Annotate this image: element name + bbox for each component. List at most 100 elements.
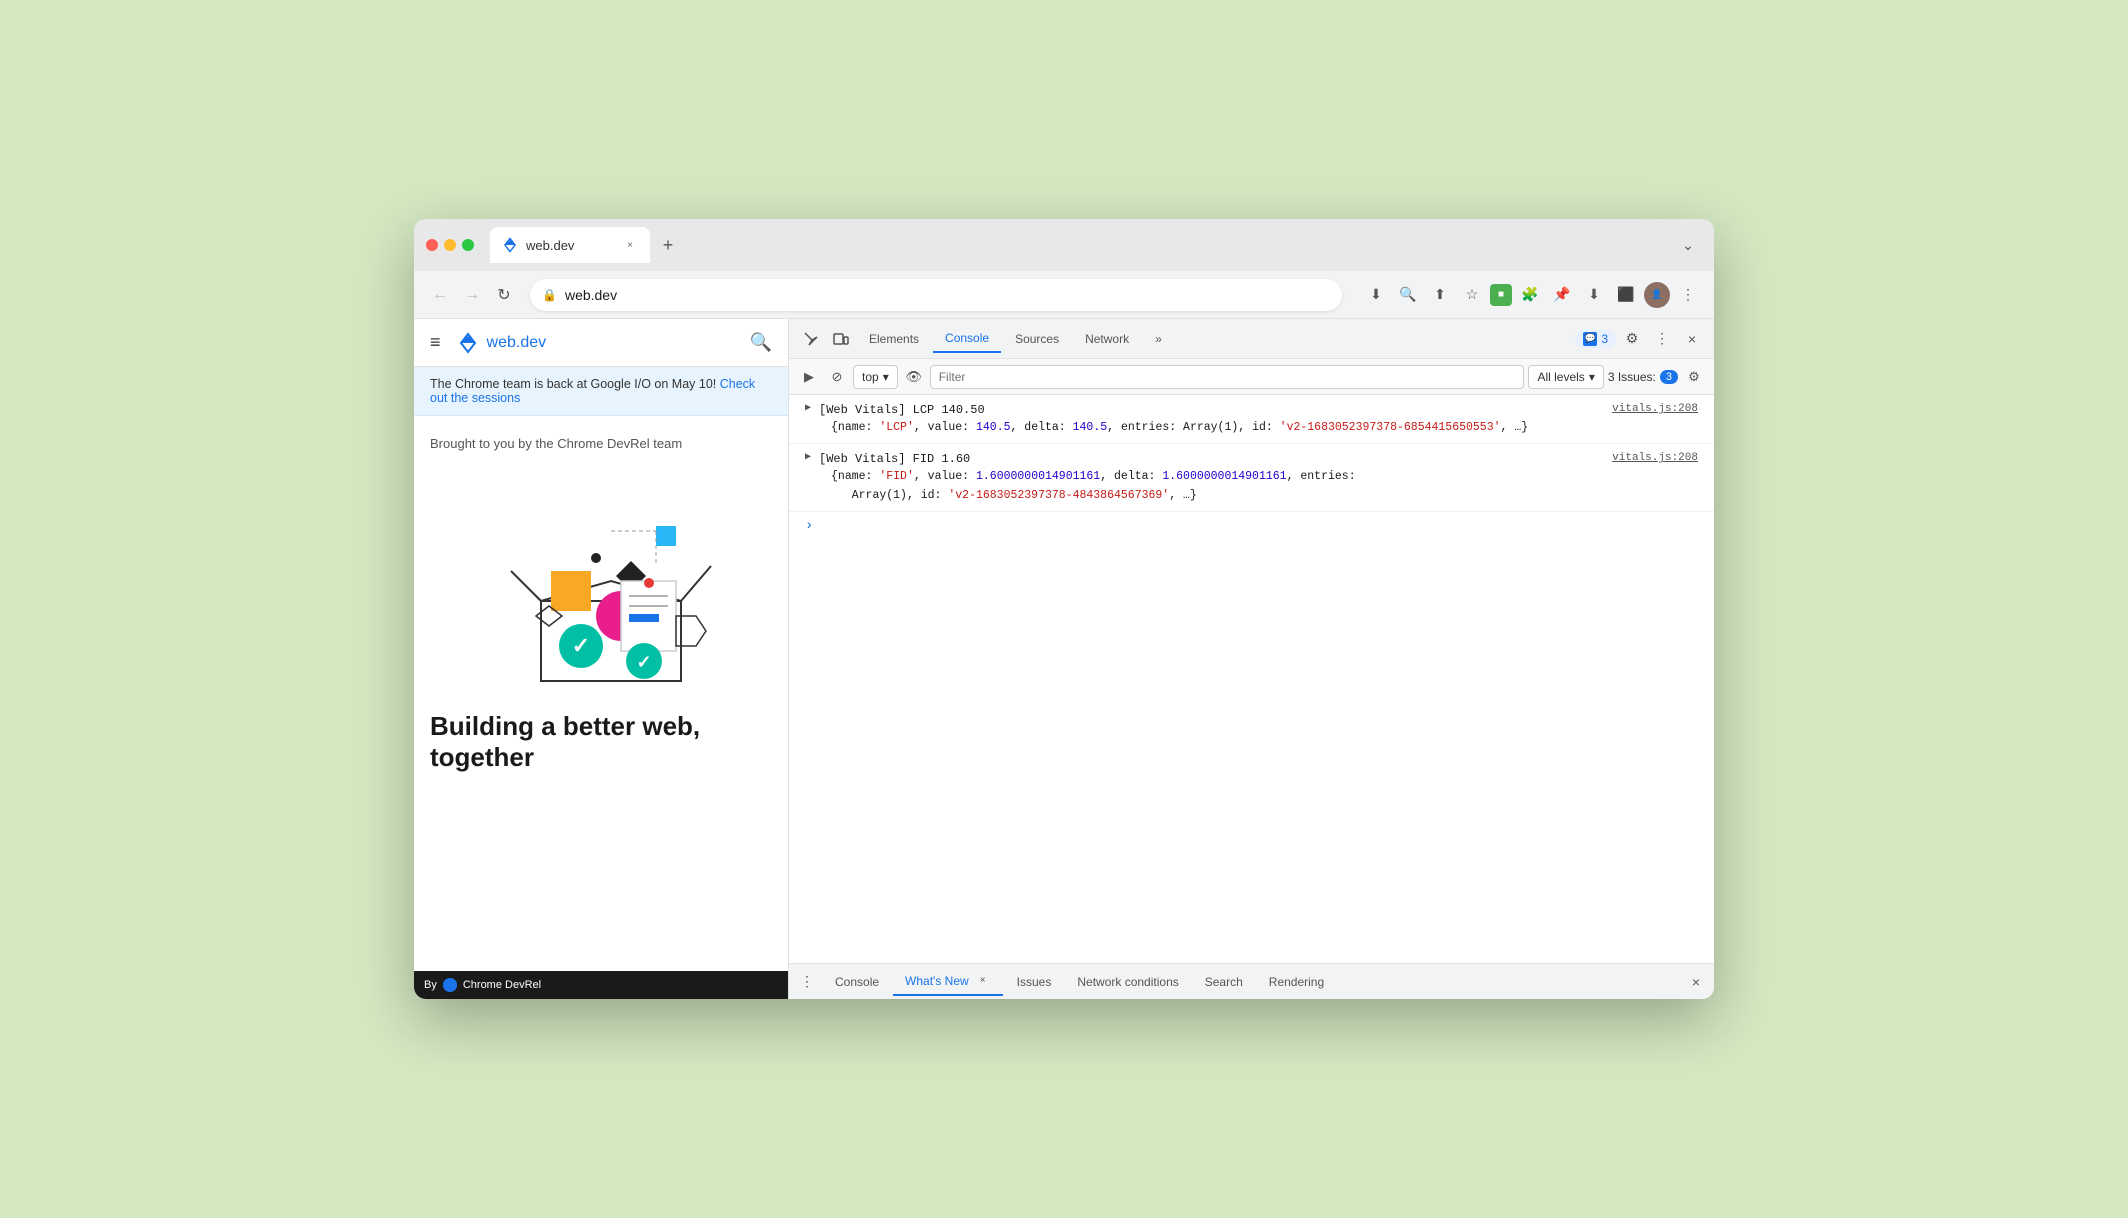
star-button[interactable]: ☆ — [1458, 281, 1486, 309]
console-detail-1b: 'LCP' — [879, 421, 914, 434]
devtools-bottom-tabs: ⋮ Console What's New × Issues Network co… — [789, 963, 1714, 999]
console-main-text-2: [Web Vitals] FID 1.60 — [819, 450, 970, 468]
tooltip-text: By — [424, 979, 437, 991]
console-text-1: [Web Vitals] LCP 140.50 vitals.js:208 {n… — [819, 401, 1698, 437]
more-button[interactable]: ⋮ — [1674, 281, 1702, 309]
console-detail-1i: , …} — [1501, 421, 1529, 434]
console-detail-1g: , entries: Array(1), id: — [1107, 421, 1280, 434]
devtools-panel: Elements Console Sources Network » 💬 3 ⚙… — [789, 319, 1714, 999]
console-detail-1h: 'v2-1683052397378-6854415650553' — [1280, 421, 1501, 434]
issues-icon: 💬 — [1583, 332, 1597, 346]
console-prompt: › — [789, 512, 1714, 540]
tab-console[interactable]: Console — [933, 325, 1001, 353]
address-actions: ⬇ 🔍 ⬆ ☆ ■ 🧩 📌 ⬇ ⬛ 👤 ⋮ — [1362, 281, 1702, 309]
new-tab-button[interactable]: + — [654, 231, 682, 259]
issues-label: 3 Issues: — [1608, 370, 1656, 384]
eye-button[interactable]: 👁 — [902, 365, 926, 389]
traffic-lights — [426, 239, 474, 251]
bottom-tabs-more[interactable]: ⋮ — [793, 968, 821, 996]
announcement-bar: The Chrome team is back at Google I/O on… — [414, 367, 788, 416]
tab-close-button[interactable]: × — [622, 237, 638, 253]
active-tab[interactable]: web.dev × — [490, 227, 650, 263]
illustration-area: Brought to you by the Chrome DevRel team — [414, 416, 788, 711]
bottom-tab-network-conditions[interactable]: Network conditions — [1065, 968, 1190, 996]
split-button[interactable]: ⬛ — [1612, 281, 1640, 309]
bottom-tooltip: By Chrome DevRel — [414, 971, 788, 999]
close-traffic-light[interactable] — [426, 239, 438, 251]
back-button[interactable]: ← — [426, 281, 454, 309]
extensions-button[interactable]: 🧩 — [1516, 281, 1544, 309]
save-button[interactable]: ⬇ — [1580, 281, 1608, 309]
tab-dropdown-button[interactable]: ⌄ — [1674, 231, 1702, 259]
forward-button[interactable]: → — [458, 281, 486, 309]
announcement-text: The Chrome team is back at Google I/O on… — [430, 377, 716, 391]
tab-title: web.dev — [526, 238, 614, 253]
context-selector[interactable]: top ▾ — [853, 365, 898, 389]
search-button[interactable]: 🔍 — [1394, 281, 1422, 309]
console-detail-2c: , value: — [914, 470, 976, 483]
tab-favicon — [502, 237, 518, 253]
inspect-element-button[interactable] — [797, 325, 825, 353]
maximize-traffic-light[interactable] — [462, 239, 474, 251]
tab-more[interactable]: » — [1143, 325, 1174, 353]
tab-sources[interactable]: Sources — [1003, 325, 1071, 353]
hamburger-icon[interactable]: ≡ — [430, 332, 441, 353]
console-entry-1: ▶ [Web Vitals] LCP 140.50 vitals.js:208 … — [789, 395, 1714, 444]
issues-badge-count: 3 — [1660, 370, 1678, 384]
bottom-close-button[interactable]: × — [1682, 968, 1710, 996]
console-settings-button[interactable]: ⚙ — [1682, 365, 1706, 389]
minimize-traffic-light[interactable] — [444, 239, 456, 251]
profile-avatar[interactable]: 👤 — [1644, 282, 1670, 308]
browser-window: web.dev × + ⌄ ← → ↻ 🔒 web.dev ⬇ 🔍 ⬆ ☆ ■ … — [414, 219, 1714, 999]
bottom-tab-console[interactable]: Console — [823, 968, 891, 996]
bottom-tab-whats-new[interactable]: What's New × — [893, 968, 1003, 996]
console-detail-1c: , value: — [914, 421, 976, 434]
bottom-tab-rendering[interactable]: Rendering — [1257, 968, 1336, 996]
url-text: web.dev — [565, 287, 617, 303]
bottom-tab-search[interactable]: Search — [1193, 968, 1255, 996]
extension-green[interactable]: ■ — [1490, 284, 1512, 306]
devtools-close-button[interactable]: × — [1678, 325, 1706, 353]
expand-arrow-1[interactable]: ▶ — [805, 402, 811, 414]
console-detail-2f: 1.6000000014901161 — [1162, 470, 1286, 483]
bottom-tab-issues[interactable]: Issues — [1005, 968, 1064, 996]
illustration: ✓ ✓ — [481, 471, 721, 691]
console-link-2[interactable]: vitals.js:208 — [1612, 450, 1698, 467]
refresh-button[interactable]: ↻ — [490, 281, 518, 309]
main-area: ≡ web.dev 🔍 The Chrome team is back at G… — [414, 319, 1714, 999]
page-search-icon[interactable]: 🔍 — [750, 332, 772, 353]
url-bar[interactable]: 🔒 web.dev — [530, 279, 1342, 311]
download-button[interactable]: ⬇ — [1362, 281, 1390, 309]
console-link-1[interactable]: vitals.js:208 — [1612, 401, 1698, 418]
tab-elements[interactable]: Elements — [857, 325, 931, 353]
levels-dropdown-icon: ▾ — [1589, 370, 1595, 384]
expand-arrow-2[interactable]: ▶ — [805, 451, 811, 463]
prompt-arrow: › — [805, 518, 813, 534]
page-title: Building a better web, together — [414, 711, 788, 773]
device-toggle-button[interactable] — [827, 325, 855, 353]
lock-icon: 🔒 — [542, 288, 557, 302]
devtools-tabs: Elements Console Sources Network » 💬 3 ⚙… — [789, 319, 1714, 359]
console-output: ▶ [Web Vitals] LCP 140.50 vitals.js:208 … — [789, 395, 1714, 963]
filter-input[interactable] — [930, 365, 1525, 389]
levels-selector[interactable]: All levels ▾ — [1528, 365, 1603, 389]
page-header: ≡ web.dev 🔍 — [414, 319, 788, 367]
brand-text: web.dev — [487, 334, 547, 352]
context-dropdown-icon: ▾ — [883, 370, 889, 384]
devtools-more-button[interactable]: ⋮ — [1648, 325, 1676, 353]
devtools-settings-button[interactable]: ⚙ — [1618, 325, 1646, 353]
whats-new-label: What's New — [905, 974, 969, 988]
tab-network[interactable]: Network — [1073, 325, 1141, 353]
whats-new-close[interactable]: × — [975, 973, 991, 989]
play-button[interactable]: ▶ — [797, 365, 821, 389]
address-bar: ← → ↻ 🔒 web.dev ⬇ 🔍 ⬆ ☆ ■ 🧩 📌 ⬇ ⬛ 👤 ⋮ — [414, 271, 1714, 319]
console-detail-1e: , delta: — [1011, 421, 1073, 434]
issues-badge[interactable]: 💬 3 — [1575, 330, 1616, 348]
console-detail-2a: {name: — [831, 470, 879, 483]
pin-button[interactable]: 📌 — [1548, 281, 1576, 309]
block-button[interactable]: ⊘ — [825, 365, 849, 389]
brought-by-text: Brought to you by the Chrome DevRel team — [430, 436, 682, 451]
issues-count: 3 — [1601, 332, 1608, 346]
context-label: top — [862, 370, 879, 384]
share-button[interactable]: ⬆ — [1426, 281, 1454, 309]
